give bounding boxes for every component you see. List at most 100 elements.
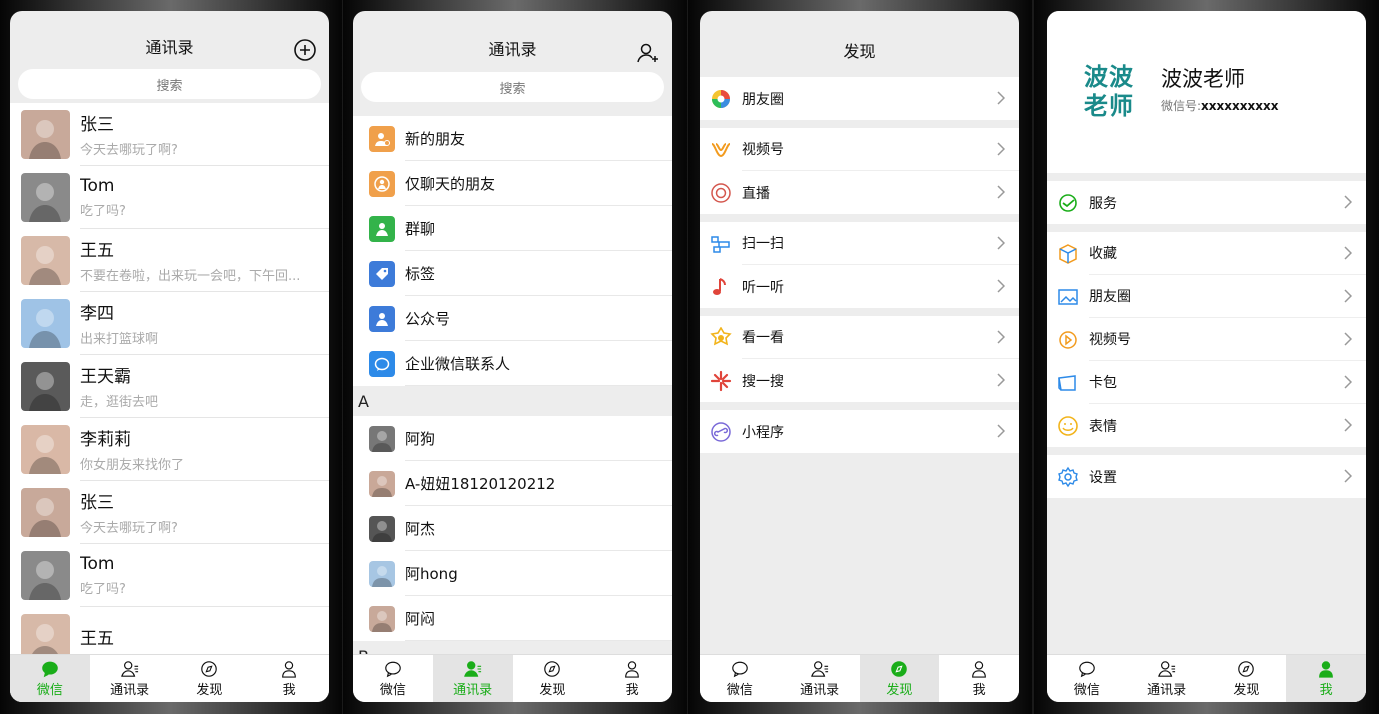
menu-row-music[interactable]: 听一听 — [700, 265, 1019, 308]
add-contact-icon[interactable] — [636, 41, 660, 65]
chevron-right-icon — [997, 185, 1005, 199]
tab-me[interactable]: 我 — [1286, 655, 1366, 702]
last-message: 你女朋友来找你了 — [80, 458, 185, 473]
tab-me[interactable]: 我 — [592, 655, 672, 702]
menu-row-channels[interactable]: 视频号 — [1047, 318, 1366, 361]
menu-row-scan[interactable]: 扫一扫 — [700, 222, 1019, 265]
scan-icon — [710, 233, 732, 255]
contact-row[interactable]: 阿狗 — [353, 416, 672, 461]
wechat-id: 微信号:xxxxxxxxxx — [1161, 98, 1279, 113]
tab-bar: 微信 通讯录 发现 我 — [1047, 654, 1366, 702]
chevron-right-icon — [1344, 246, 1352, 260]
tab-discover[interactable]: 发现 — [513, 655, 593, 702]
contact-name: 王五 — [80, 628, 114, 649]
contacts-function-row[interactable]: 群聊 — [353, 206, 672, 251]
contact-name: 阿hong — [405, 551, 672, 596]
contacts-function-row[interactable]: 公众号 — [353, 296, 672, 341]
contact-name: 阿狗 — [405, 416, 672, 461]
compass-icon — [544, 660, 561, 677]
menu-row-cards[interactable]: 卡包 — [1047, 361, 1366, 404]
page-title: 通讯录 — [488, 39, 537, 59]
row-label: 企业微信联系人 — [405, 341, 672, 386]
search-bar[interactable]: 搜索 — [361, 72, 664, 102]
row-label: 视频号 — [1089, 318, 1366, 361]
chat-row[interactable]: 王天霸 走，逛街去吧 — [10, 355, 329, 418]
tab-label: 我 — [1319, 682, 1333, 698]
tab-contacts[interactable]: 通讯录 — [780, 655, 860, 702]
contact-name: 张三 — [80, 115, 114, 135]
chat-row[interactable]: 王五 — [10, 607, 329, 654]
tab-discover[interactable]: 发现 — [859, 655, 940, 702]
row-label: 听一听 — [742, 279, 784, 296]
chat-row[interactable]: 李莉莉 你女朋友来找你了 — [10, 418, 329, 481]
tag-icon — [369, 260, 395, 287]
logo-avatar: 波波老师 — [1084, 63, 1134, 120]
search-bar[interactable]: 搜索 — [18, 69, 321, 99]
chevron-right-icon — [997, 91, 1005, 105]
sticker-icon — [1057, 415, 1079, 437]
music-icon — [710, 276, 732, 298]
add-circle-icon[interactable] — [293, 38, 317, 62]
row-label: 仅聊天的朋友 — [405, 161, 672, 206]
contacts-function-row[interactable]: 新的朋友 — [353, 116, 672, 161]
chat-row[interactable]: Tom 吃了吗? — [10, 166, 329, 229]
header: 发现 — [700, 11, 1019, 77]
menu-row-album[interactable]: 朋友圈 — [1047, 275, 1366, 318]
person-icon — [282, 660, 297, 678]
chat-row[interactable]: 张三 今天去哪玩了啊? — [10, 103, 329, 166]
row-label: 搜一搜 — [742, 373, 784, 390]
tab-chats[interactable]: 微信 — [353, 655, 433, 702]
contact-row[interactable]: 阿hong — [353, 551, 672, 596]
menu-row-service[interactable]: 服务 — [1047, 181, 1366, 224]
profile-card[interactable]: 波波老师 波波老师 微信号:xxxxxxxxxx — [1047, 11, 1366, 173]
avatar — [21, 236, 70, 285]
tab-discover[interactable]: 发现 — [1207, 655, 1287, 702]
tab-discover[interactable]: 发现 — [170, 655, 250, 702]
cards-icon — [1057, 372, 1079, 394]
menu-row-look[interactable]: 看一看 — [700, 316, 1019, 359]
menu-row-moments[interactable]: 朋友圈 — [700, 77, 1019, 120]
chat-row[interactable]: Tom 吃了吗? — [10, 544, 329, 607]
row-label: 小程序 — [742, 424, 784, 441]
menu-row-sticker[interactable]: 表情 — [1047, 404, 1366, 447]
tab-chats[interactable]: 微信 — [700, 655, 780, 702]
menu-row-miniprogram[interactable]: 小程序 — [700, 410, 1019, 453]
tab-me[interactable]: 我 — [249, 655, 329, 702]
contact-name: 阿杰 — [405, 506, 672, 551]
row-label: 服务 — [1089, 195, 1117, 212]
contact-row[interactable]: 阿杰 — [353, 506, 672, 551]
tab-me[interactable]: 我 — [939, 655, 1019, 702]
contact-list: 新的朋友 仅聊天的朋友 群聊 标签 公众号 企业微信联系人 A 阿狗 A-妞妞181201202… — [353, 116, 672, 654]
chat-row[interactable]: 张三 今天去哪玩了啊? — [10, 481, 329, 544]
tab-contacts[interactable]: 通讯录 — [1127, 655, 1207, 702]
contacts-function-row[interactable]: 企业微信联系人 — [353, 341, 672, 386]
contacts-function-row[interactable]: 仅聊天的朋友 — [353, 161, 672, 206]
chat-row[interactable]: 王五 不要在卷啦，出来玩一会吧，下午回... — [10, 229, 329, 292]
contact-name: A-妞妞18120120212 — [405, 461, 672, 506]
menu-row-settings[interactable]: 设置 — [1047, 455, 1366, 498]
chat-row[interactable]: 李四 出来打篮球啊 — [10, 292, 329, 355]
person-icon — [972, 660, 987, 678]
last-message: 吃了吗? — [80, 581, 126, 597]
tab-contacts[interactable]: 通讯录 — [432, 655, 513, 702]
tab-chats[interactable]: 微信 — [1047, 655, 1127, 702]
chat-only-friend-icon — [369, 170, 395, 197]
row-label: 卡包 — [1089, 361, 1366, 404]
contacts-icon — [463, 660, 481, 677]
tab-chats[interactable]: 微信 — [10, 655, 90, 702]
group-gap — [700, 308, 1019, 316]
last-message: 出来打篮球啊 — [80, 332, 159, 347]
contact-row[interactable]: A-妞妞18120120212 — [353, 461, 672, 506]
contact-row[interactable]: 阿闷 — [353, 596, 672, 641]
menu-row-favorites[interactable]: 收藏 — [1047, 232, 1366, 275]
row-label: 新的朋友 — [405, 116, 672, 161]
row-label: 群聊 — [405, 206, 672, 251]
menu-row-channels[interactable]: 视频号 — [700, 128, 1019, 171]
compass-icon — [201, 660, 218, 677]
menu-row-live[interactable]: 直播 — [700, 171, 1019, 214]
tab-contacts[interactable]: 通讯录 — [90, 655, 170, 702]
row-label: 公众号 — [405, 296, 672, 341]
group-gap — [1047, 224, 1366, 232]
menu-row-search[interactable]: 搜一搜 — [700, 359, 1019, 402]
contacts-function-row[interactable]: 标签 — [353, 251, 672, 296]
